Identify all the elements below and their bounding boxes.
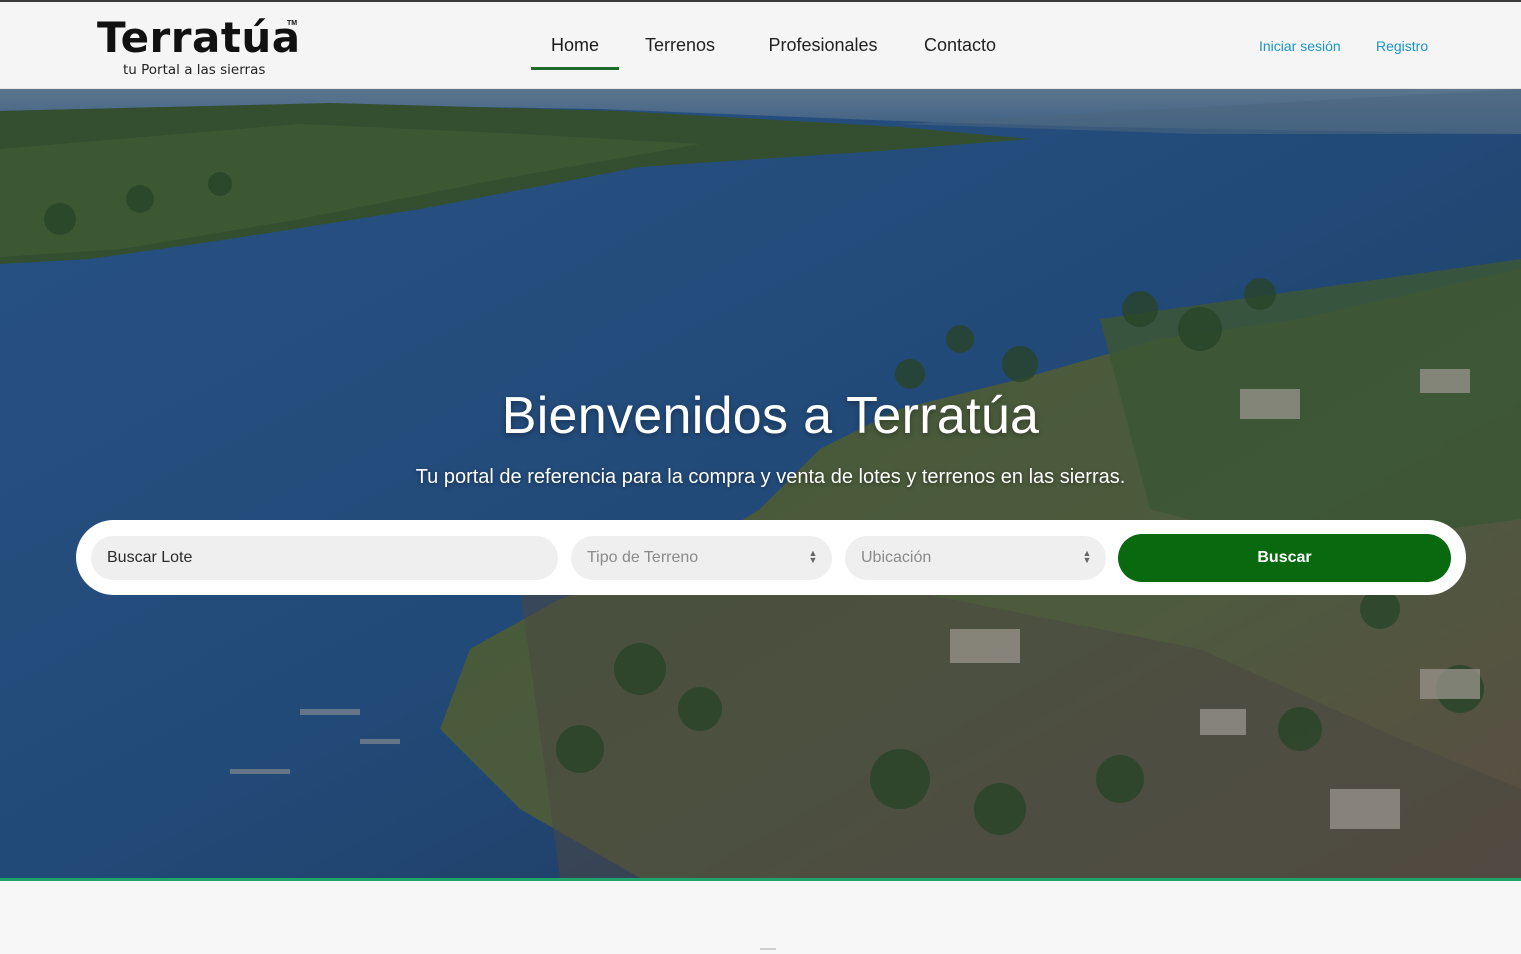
nav-item-profesionales[interactable]: Profesionales	[747, 2, 899, 89]
brand-logo[interactable]: Terratúa TM tu Portal a las sierras	[97, 10, 307, 82]
site-header: Terratúa TM tu Portal a las sierras Home…	[0, 2, 1521, 89]
login-link[interactable]: Iniciar sesión	[1259, 2, 1341, 89]
select-arrows-icon: ▲ ▼	[1082, 548, 1092, 565]
brand-tagline: tu Portal a las sierras	[123, 62, 266, 78]
buscar-button[interactable]: Buscar	[1118, 534, 1451, 582]
register-link[interactable]: Registro	[1376, 2, 1428, 89]
tipo-terreno-select[interactable]: Tipo de Terreno ▲ ▼	[571, 536, 832, 580]
hero-section: Bienvenidos a Terratúa Tu portal de refe…	[0, 89, 1521, 878]
tipo-terreno-value: Tipo de Terreno	[587, 549, 699, 566]
main-nav: Home Terrenos Profesionales Contacto	[531, 2, 1015, 89]
trademark-mark: TM	[287, 20, 298, 27]
search-lote-text: Buscar Lote	[107, 549, 193, 566]
ubicacion-select[interactable]: Ubicación ▲ ▼	[845, 536, 1106, 580]
select-arrows-icon: ▲ ▼	[808, 548, 818, 565]
hero-subtitle: Tu portal de referencia para la compra y…	[415, 466, 1126, 488]
next-section	[0, 881, 1521, 954]
hero-title: Bienvenidos a Terratúa	[501, 387, 1040, 445]
nav-item-contacto[interactable]: Contacto	[905, 2, 1015, 89]
nav-item-terrenos[interactable]: Terrenos	[619, 2, 741, 89]
brand-name: Terratúa	[97, 13, 301, 62]
section-heading-fragment	[760, 948, 776, 950]
ubicacion-value: Ubicación	[861, 549, 932, 566]
search-bar: Buscar Lote Tipo de Terreno ▲ ▼ Ubicación…	[76, 520, 1466, 595]
nav-item-home[interactable]: Home	[531, 2, 619, 89]
search-lote-input[interactable]: Buscar Lote	[91, 536, 558, 580]
